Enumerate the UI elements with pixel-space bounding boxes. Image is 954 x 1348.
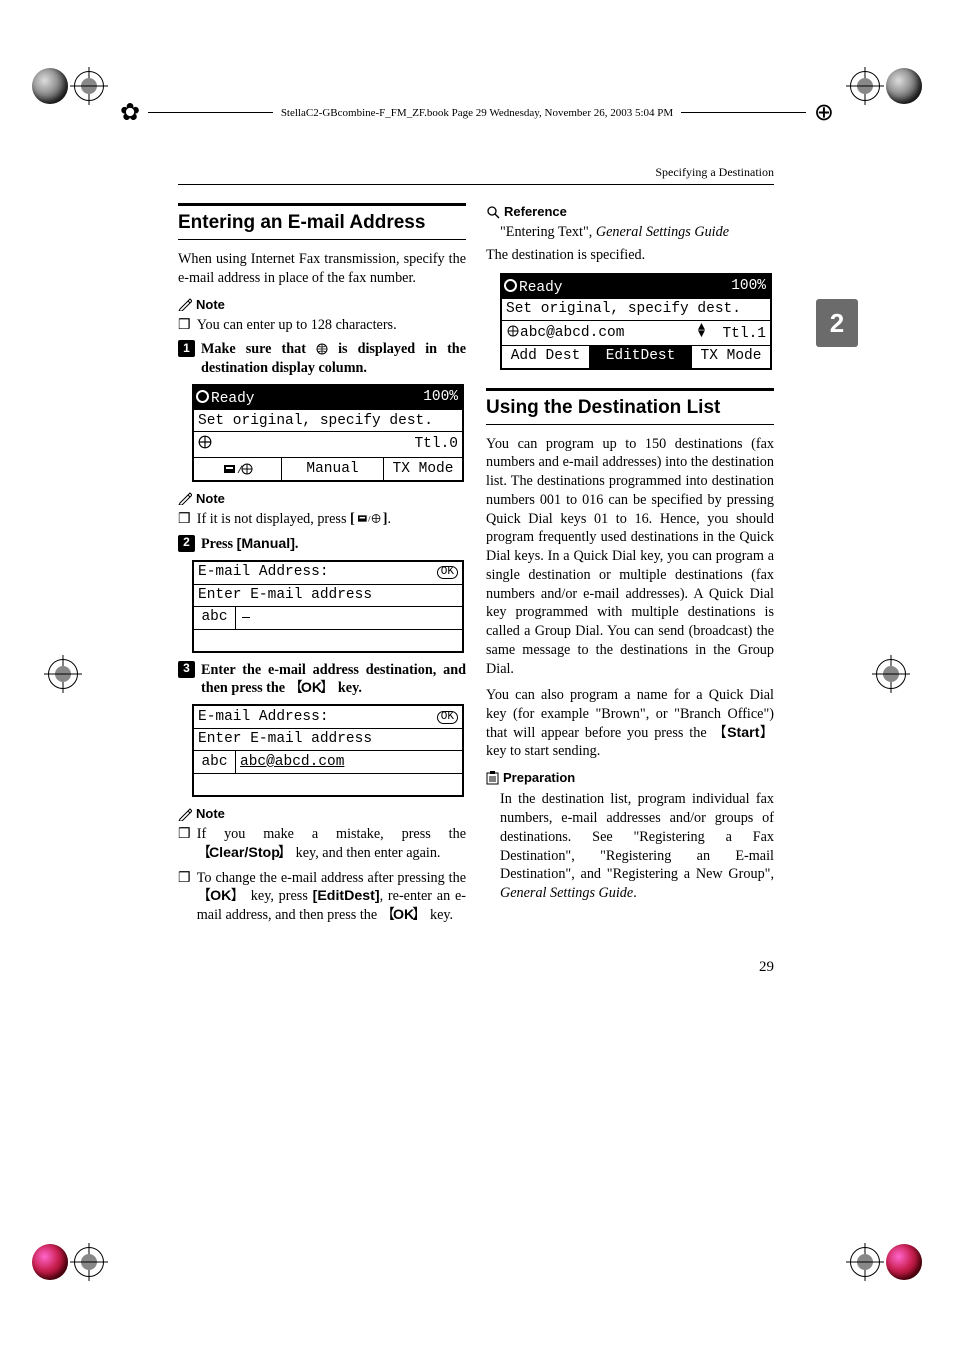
- note-heading: Note: [178, 296, 466, 313]
- note-label: Note: [196, 805, 225, 822]
- internet-icon: [198, 435, 212, 454]
- note-item: ❒ To change the e-mail address after pre…: [178, 869, 466, 925]
- step-3: 3 Enter the e-mail address destination, …: [178, 661, 466, 698]
- body-paragraph: You can also program a name for a Quick …: [486, 686, 774, 761]
- head-rule: [178, 184, 774, 185]
- step-number-icon: 2: [178, 535, 195, 552]
- section-heading: Using the Destination List: [486, 388, 774, 425]
- reference-text: "Entering Text", General Settings Guide: [500, 223, 774, 242]
- header-ornament: ⊕: [814, 98, 834, 127]
- step-number-icon: 1: [178, 340, 195, 357]
- section-heading: Entering an E-mail Address: [178, 203, 466, 240]
- chapter-tab: 2: [816, 299, 858, 347]
- reference-heading: Reference: [486, 203, 774, 220]
- step-number-icon: 3: [178, 661, 195, 678]
- step-1: 1 Make sure that is displayed in the des…: [178, 340, 466, 377]
- fax-internet-toggle: /: [194, 458, 282, 480]
- header-filepath: StellaC2-GBcombine-F_FM_ZF.book Page 29 …: [281, 107, 673, 119]
- note-label: Note: [196, 490, 225, 507]
- header-ornament: ✿: [120, 101, 140, 125]
- reference-label: Reference: [504, 203, 567, 220]
- magnifier-icon: [486, 205, 500, 219]
- running-head: Specifying a Destination: [178, 165, 774, 180]
- internet-icon: [316, 343, 328, 355]
- print-mark: [850, 68, 922, 104]
- lcd-screen: E-mail Address: OK Enter E-mail address …: [192, 704, 464, 797]
- pencil-icon: [178, 807, 192, 821]
- page-number: 29: [178, 959, 774, 976]
- header-bar: ✿ StellaC2-GBcombine-F_FM_ZF.book Page 2…: [120, 98, 834, 127]
- note-heading: Note: [178, 490, 466, 507]
- print-mark: [48, 659, 78, 689]
- status-text: The destination is specified.: [486, 246, 774, 265]
- note-item: ❒ If you make a mistake, press the Clear…: [178, 825, 466, 862]
- note-heading: Note: [178, 805, 466, 822]
- print-mark: [876, 659, 906, 689]
- note-item: ❒ You can enter up to 128 characters.: [178, 316, 466, 335]
- print-mark: [32, 1244, 104, 1280]
- intro-paragraph: When using Internet Fax transmission, sp…: [178, 250, 466, 287]
- body-paragraph: You can program up to 150 destinations (…: [486, 435, 774, 679]
- preparation-heading: Preparation: [486, 769, 774, 786]
- step-2: 2 Press [Manual].: [178, 535, 466, 554]
- pencil-icon: [178, 491, 192, 505]
- print-mark: [32, 68, 104, 104]
- preparation-label: Preparation: [503, 769, 575, 786]
- lcd-screen: Ready 100% Set original, specify dest. T…: [192, 384, 464, 482]
- print-mark: [850, 1244, 922, 1280]
- lcd-screen: E-mail Address: OK Enter E-mail address …: [192, 560, 464, 653]
- lcd-screen: Ready 100% Set original, specify dest. a…: [500, 273, 772, 370]
- pencil-icon: [178, 297, 192, 311]
- note-label: Note: [196, 296, 225, 313]
- note-item: ❒ If it is not displayed, press [/].: [178, 510, 466, 529]
- svg-text:/: /: [367, 515, 371, 524]
- clipboard-icon: [486, 771, 499, 785]
- preparation-text: In the destination list, program individ…: [500, 790, 774, 902]
